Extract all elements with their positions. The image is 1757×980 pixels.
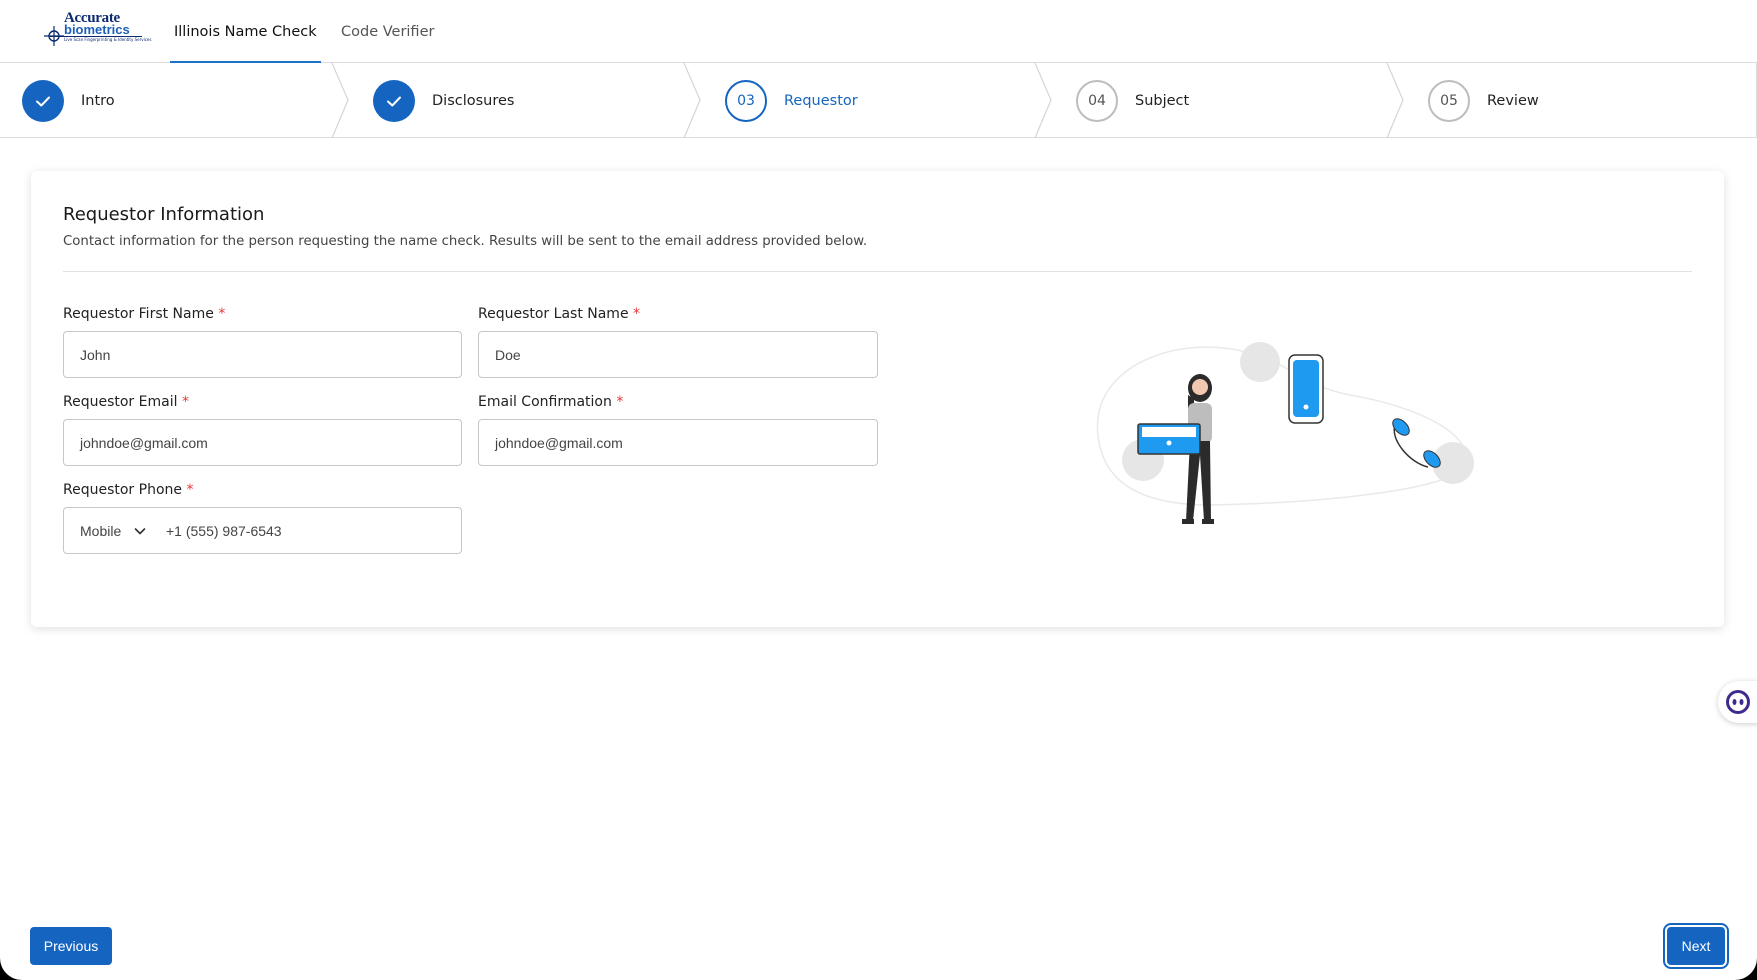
step-label: Disclosures <box>432 92 515 109</box>
section-title: Requestor Information <box>63 204 265 225</box>
step-separator <box>683 63 701 138</box>
section-description: Contact information for the person reque… <box>63 234 868 249</box>
step-complete-badge <box>22 79 64 122</box>
label-text: Requestor First Name <box>63 306 214 322</box>
first-name-label: Requestor First Name * <box>63 306 225 322</box>
input-value: johndoe@gmail.com <box>80 434 208 451</box>
chevron-down-icon <box>134 527 146 534</box>
progress-stepper: Intro Disclosures 03 Requestor 04 Subjec… <box>0 63 1757 138</box>
top-nav: Accurate biometrics Live Scan Fingerprin… <box>0 0 1757 64</box>
phone-type-select[interactable]: Mobile <box>64 508 166 553</box>
app-screen: Accurate biometrics Live Scan Fingerprin… <box>0 0 1757 980</box>
tab-illinois-name-check[interactable]: Illinois Name Check <box>170 0 321 64</box>
step-subject[interactable]: 04 Subject <box>1076 63 1189 138</box>
check-icon <box>387 96 401 106</box>
company-logo[interactable]: Accurate biometrics Live Scan Fingerprin… <box>44 11 152 47</box>
required-mark: * <box>633 306 641 322</box>
step-label: Intro <box>81 92 115 109</box>
step-separator <box>1034 63 1052 138</box>
assistant-icon <box>1726 690 1750 714</box>
assistant-launcher[interactable] <box>1718 681 1757 723</box>
step-disclosures[interactable]: Disclosures <box>373 63 514 138</box>
label-text: Requestor Email <box>63 394 178 410</box>
input-value: johndoe@gmail.com <box>495 434 623 451</box>
phone-number-input[interactable]: +1 (555) 987-6543 <box>166 523 282 539</box>
step-label: Requestor <box>784 92 858 109</box>
step-number-badge: 05 <box>1428 79 1470 122</box>
step-number-badge: 04 <box>1076 79 1118 122</box>
step-review[interactable]: 05 Review <box>1428 63 1539 138</box>
logo-line2: biometrics <box>64 22 130 37</box>
label-text: Requestor Last Name <box>478 306 629 322</box>
tab-code-verifier[interactable]: Code Verifier <box>341 0 434 63</box>
input-value: Doe <box>495 346 521 363</box>
tab-label: Illinois Name Check <box>174 23 317 40</box>
phone-type-value: Mobile <box>80 522 122 539</box>
required-mark: * <box>616 394 624 410</box>
step-intro[interactable]: Intro <box>22 63 115 138</box>
email-input[interactable]: johndoe@gmail.com <box>63 419 462 466</box>
step-label: Review <box>1487 92 1539 109</box>
contact-illustration <box>1096 342 1474 524</box>
logo-tagline: Live Scan Fingerprinting & Identity Serv… <box>64 37 152 42</box>
email-confirmation-label: Email Confirmation * <box>478 394 623 410</box>
divider <box>63 271 1692 272</box>
step-separator <box>331 63 349 138</box>
previous-button[interactable]: Previous <box>30 927 112 965</box>
next-button[interactable]: Next <box>1667 927 1725 965</box>
required-mark: * <box>218 306 226 322</box>
step-number-badge: 03 <box>725 79 767 122</box>
required-mark: * <box>186 482 194 498</box>
step-separator <box>1386 63 1404 138</box>
first-name-input[interactable]: John <box>63 331 462 378</box>
last-name-label: Requestor Last Name * <box>478 306 640 322</box>
label-text: Requestor Phone <box>63 482 183 498</box>
step-label: Subject <box>1135 92 1190 109</box>
step-requestor[interactable]: 03 Requestor <box>725 63 858 138</box>
email-label: Requestor Email * <box>63 394 189 410</box>
phone-field: Mobile +1 (555) 987-6543 <box>63 507 462 554</box>
input-value: John <box>80 346 111 363</box>
required-mark: * <box>181 394 189 410</box>
email-confirmation-input[interactable]: johndoe@gmail.com <box>478 419 878 466</box>
last-name-input[interactable]: Doe <box>478 331 878 378</box>
step-complete-badge <box>373 79 415 122</box>
phone-label: Requestor Phone * <box>63 482 193 498</box>
tab-label: Code Verifier <box>341 23 435 40</box>
check-icon <box>36 96 50 106</box>
label-text: Email Confirmation <box>478 394 612 410</box>
